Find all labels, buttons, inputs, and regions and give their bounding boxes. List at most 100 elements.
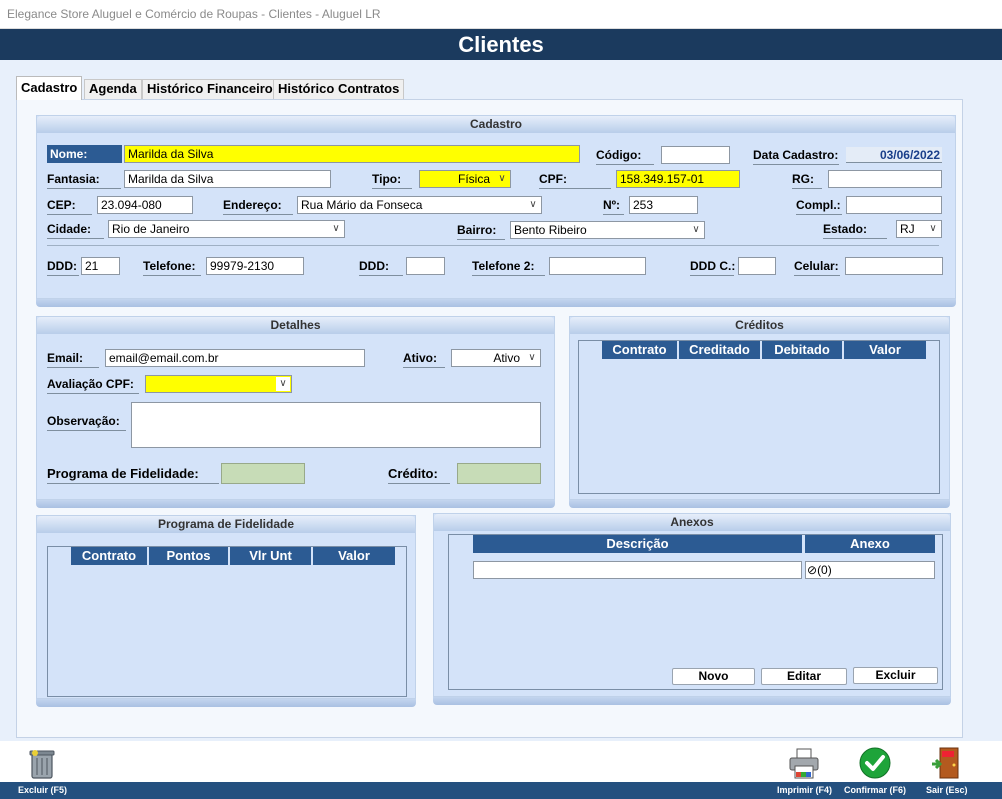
anexos-col-anexo[interactable]: Anexo xyxy=(805,535,935,553)
credito-value xyxy=(457,463,541,484)
creditos-col-valor[interactable]: Valor xyxy=(844,341,926,359)
detalhes-panel-title: Detalhes xyxy=(37,317,554,334)
anexo-descricao-cell[interactable] xyxy=(473,561,802,579)
chevron-down-icon[interactable]: ∨ xyxy=(689,223,703,237)
avaliacao-cpf-label: Avaliação CPF: xyxy=(47,377,139,394)
cidade-select[interactable]: Rio de Janeiro ∨ xyxy=(108,220,345,238)
printer-icon[interactable] xyxy=(787,746,821,780)
creditos-col-creditado[interactable]: Creditado xyxy=(679,341,760,359)
rg-label: RG: xyxy=(792,172,822,189)
observacao-textarea[interactable] xyxy=(131,402,541,448)
programa-fidelidade-grid[interactable]: Contrato Pontos Vlr Unt Valor xyxy=(47,546,407,697)
codigo-input[interactable] xyxy=(661,146,730,164)
telefone2-label: Telefone 2: xyxy=(472,259,545,276)
avaliacao-cpf-select[interactable]: ∨ xyxy=(145,375,292,393)
ddd-input[interactable]: 21 xyxy=(81,257,120,275)
tab-cadastro[interactable]: Cadastro xyxy=(16,76,83,100)
bairro-label: Bairro: xyxy=(457,223,505,240)
celular-label: Celular: xyxy=(794,259,840,276)
cpf-label: CPF: xyxy=(539,172,611,189)
chevron-down-icon[interactable]: ∨ xyxy=(526,198,540,212)
creditos-grid[interactable]: Contrato Creditado Debitado Valor xyxy=(578,340,940,494)
cadastro-panel-title: Cadastro xyxy=(37,116,955,133)
estado-label: Estado: xyxy=(823,222,887,239)
imprimir-toolbar-label[interactable]: Imprimir (F4) xyxy=(777,785,832,795)
credito-label: Crédito: xyxy=(388,466,450,484)
ddd2-label: DDD: xyxy=(359,259,403,276)
ativo-label: Ativo: xyxy=(403,351,445,368)
cpf-input[interactable]: 158.349.157-01 xyxy=(616,170,740,188)
divider xyxy=(47,245,939,246)
tipo-select[interactable]: Física ∨ xyxy=(419,170,511,188)
ddd2-input[interactable] xyxy=(406,257,445,275)
fidelidade-col-valor[interactable]: Valor xyxy=(313,547,395,565)
anexos-panel-footer xyxy=(433,697,951,705)
sair-toolbar-label[interactable]: Sair (Esc) xyxy=(926,785,968,795)
chevron-down-icon[interactable]: ∨ xyxy=(495,172,509,186)
ddd-c-label: DDD C.: xyxy=(690,259,735,276)
tipo-label: Tipo: xyxy=(372,172,412,189)
ddd-c-input[interactable] xyxy=(738,257,776,275)
chevron-down-icon[interactable]: ∨ xyxy=(926,222,940,236)
fidelidade-col-pontos[interactable]: Pontos xyxy=(149,547,228,565)
fantasia-input[interactable]: Marilda da Silva xyxy=(124,170,331,188)
anexo-count: (0) xyxy=(817,563,832,577)
chevron-down-icon[interactable]: ∨ xyxy=(276,377,290,391)
tab-historico-contratos[interactable]: Histórico Contratos xyxy=(273,79,405,99)
cidade-value: Rio de Janeiro xyxy=(112,222,190,236)
nome-input[interactable]: Marilda da Silva xyxy=(124,145,580,163)
cidade-label: Cidade: xyxy=(47,222,104,239)
fantasia-label: Fantasia: xyxy=(47,172,121,189)
creditos-col-contrato[interactable]: Contrato xyxy=(602,341,677,359)
codigo-label: Código: xyxy=(596,148,654,165)
compl-input[interactable] xyxy=(846,196,942,214)
programa-fidelidade-label: Programa de Fidelidade: xyxy=(47,466,219,484)
paperclip-icon: ⊘ xyxy=(807,563,818,577)
nome-label: Nome: xyxy=(47,145,122,163)
endereco-label: Endereço: xyxy=(223,198,293,215)
fidelidade-col-vlr-unt[interactable]: Vlr Unt xyxy=(230,547,311,565)
excluir-anexo-button[interactable]: Excluir xyxy=(853,667,938,684)
telefone-label: Telefone: xyxy=(143,259,201,276)
data-cadastro-label: Data Cadastro: xyxy=(753,148,839,165)
confirm-check-icon[interactable] xyxy=(858,746,892,780)
data-cadastro-value: 03/06/2022 xyxy=(846,147,942,163)
creditos-panel-footer xyxy=(569,500,950,508)
excluir-toolbar-label[interactable]: Excluir (F5) xyxy=(18,785,67,795)
rg-input[interactable] xyxy=(828,170,942,188)
trash-icon[interactable] xyxy=(25,746,59,780)
ativo-select[interactable]: Ativo ∨ xyxy=(451,349,541,367)
cep-input[interactable]: 23.094-080 xyxy=(97,196,193,214)
novo-button[interactable]: Novo xyxy=(672,668,755,685)
cadastro-panel-footer xyxy=(36,299,956,307)
cep-label: CEP: xyxy=(47,198,92,215)
programa-fidelidade-value xyxy=(221,463,305,484)
anexos-col-descricao[interactable]: Descrição xyxy=(473,535,802,553)
compl-label: Compl.: xyxy=(796,198,842,215)
telefone2-input[interactable] xyxy=(549,257,646,275)
tipo-value: Física xyxy=(457,172,490,186)
fidelidade-col-contrato[interactable]: Contrato xyxy=(71,547,147,565)
anexo-file-cell[interactable]: ⊘(0) xyxy=(805,561,935,579)
creditos-col-debitado[interactable]: Debitado xyxy=(762,341,842,359)
estado-select[interactable]: RJ ∨ xyxy=(896,220,942,238)
endereco-value: Rua Mário da Fonseca xyxy=(301,198,423,212)
detalhes-panel-footer xyxy=(36,500,555,508)
exit-door-icon[interactable] xyxy=(930,746,964,780)
numero-input[interactable]: 253 xyxy=(629,196,698,214)
bairro-select[interactable]: Bento Ribeiro ∨ xyxy=(510,221,705,239)
estado-value: RJ xyxy=(900,222,915,236)
telefone-input[interactable]: 99979-2130 xyxy=(206,257,304,275)
chevron-down-icon[interactable]: ∨ xyxy=(329,222,343,236)
creditos-panel-title: Créditos xyxy=(570,317,949,334)
chevron-down-icon[interactable]: ∨ xyxy=(525,351,539,365)
endereco-select[interactable]: Rua Mário da Fonseca ∨ xyxy=(297,196,542,214)
ativo-value: Ativo xyxy=(493,351,520,365)
email-input[interactable]: email@email.com.br xyxy=(105,349,365,367)
celular-input[interactable] xyxy=(845,257,943,275)
editar-button[interactable]: Editar xyxy=(761,668,847,685)
tab-agenda[interactable]: Agenda xyxy=(84,79,142,99)
confirmar-toolbar-label[interactable]: Confirmar (F6) xyxy=(844,785,906,795)
page-title: Clientes xyxy=(0,29,1002,60)
tab-historico-financeiro[interactable]: Histórico Financeiro xyxy=(142,79,278,99)
